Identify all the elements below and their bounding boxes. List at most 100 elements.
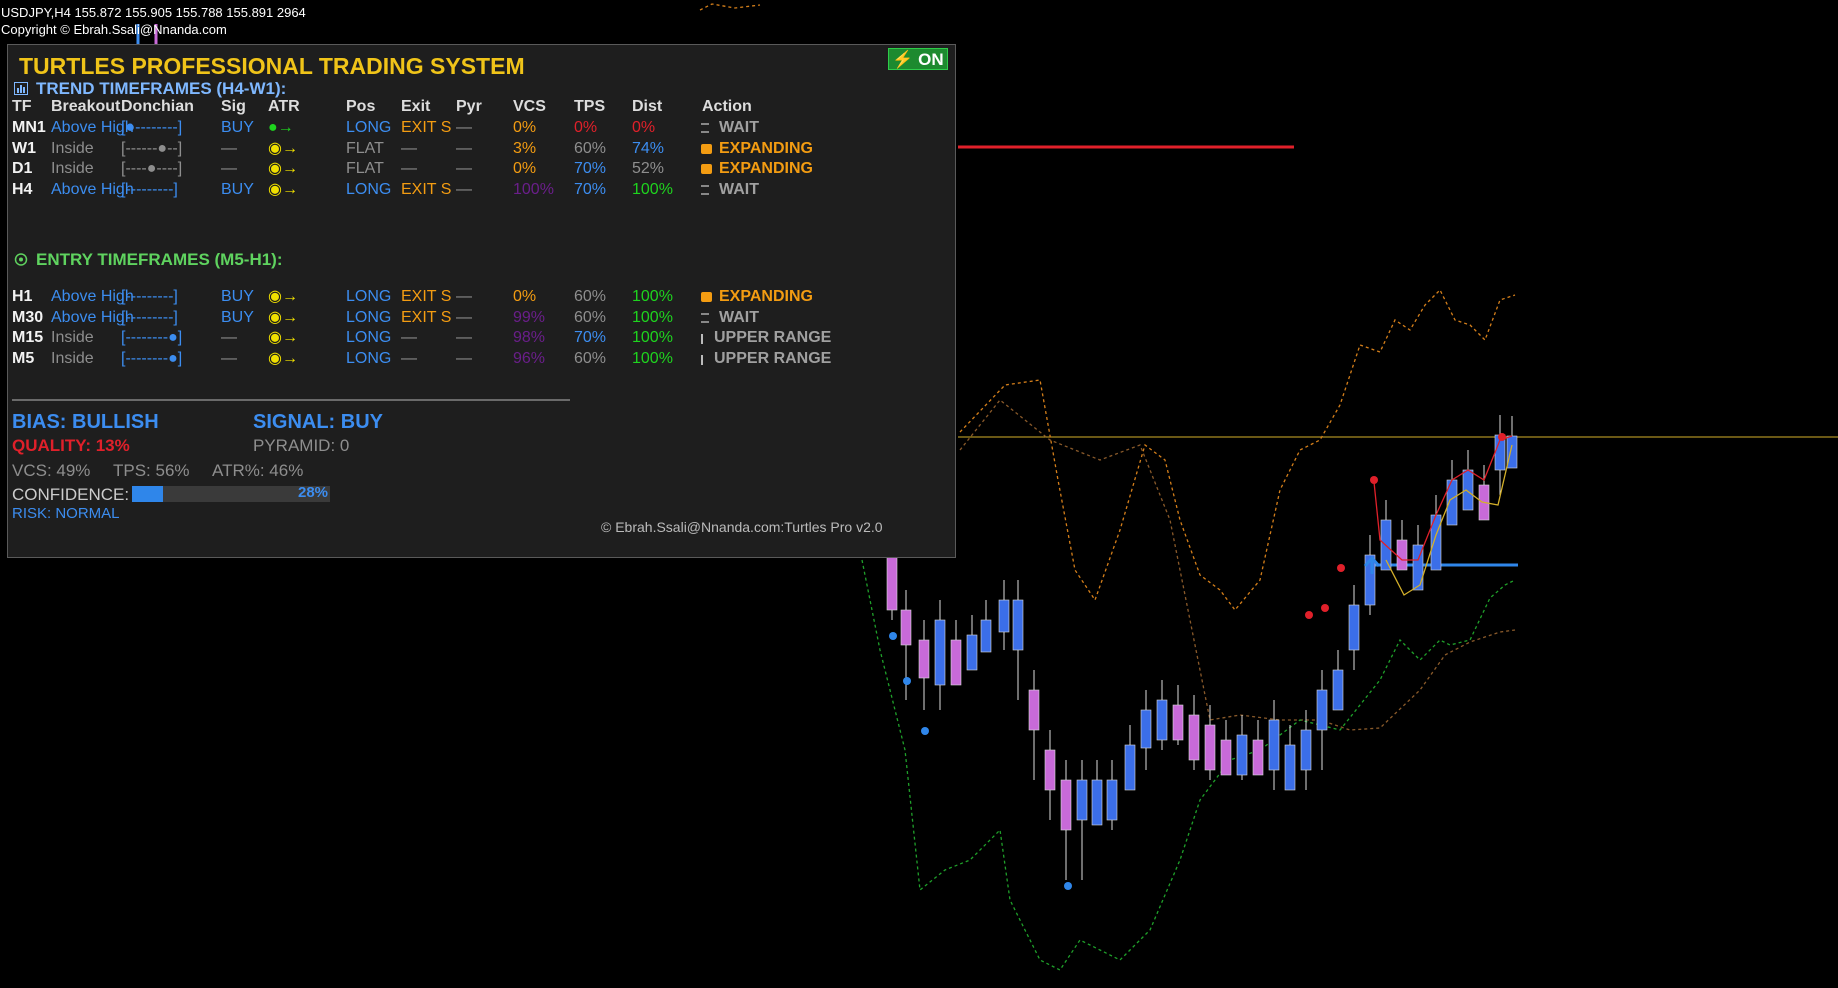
candle-body <box>1106 779 1118 821</box>
position-cell: LONG <box>346 349 392 367</box>
candle-body <box>1236 734 1248 776</box>
upper-channel-line-top <box>699 3 761 11</box>
position-cell: LONG <box>346 119 392 136</box>
signal-cell: BUY <box>221 288 254 305</box>
pyramid-cell: — <box>456 329 472 346</box>
candle-body <box>1188 714 1200 761</box>
position-cell: LONG <box>346 180 392 198</box>
on-toggle-button[interactable]: ⚡ ON <box>888 48 948 70</box>
position-cell: FLAT <box>346 139 384 157</box>
breakout-cell: Inside <box>51 139 94 157</box>
action-cell: WAIT <box>701 308 759 327</box>
candle-body <box>966 634 978 671</box>
candle-body <box>1316 689 1328 731</box>
atr-cell: ◉→ <box>268 329 298 346</box>
atr-cell: ◉→ <box>268 180 298 198</box>
risk-label: RISK: NORMAL <box>12 505 120 522</box>
tps-cell: 60% <box>574 349 607 367</box>
pyramid-cell: — <box>456 139 472 157</box>
pyramid-label: PYRAMID: 0 <box>253 436 350 455</box>
chart-icon <box>14 80 28 95</box>
distance-cell: 74% <box>632 139 665 157</box>
vcs-cell: 0% <box>513 288 537 305</box>
confidence-percent: 28% <box>298 484 329 501</box>
candle-body <box>1076 779 1088 821</box>
distance-cell: 100% <box>632 349 673 367</box>
tf-cell: H1 <box>12 288 33 305</box>
candle-body <box>1156 699 1168 741</box>
vcs-cell: 100% <box>513 180 554 198</box>
tf-cell: M5 <box>12 349 35 367</box>
quality-label: QUALITY: 13% <box>12 436 130 455</box>
signal-cell: — <box>221 349 237 367</box>
hourglass-icon <box>701 312 709 323</box>
action-label: WAIT <box>719 308 759 326</box>
sell-signal-dot <box>1337 564 1345 572</box>
vcs-cell: 0% <box>513 160 537 177</box>
column-header-pos: Pos <box>346 98 376 115</box>
pyramid-cell: — <box>456 308 472 326</box>
pyramid-cell: — <box>456 180 472 198</box>
signal-cell: BUY <box>221 119 254 136</box>
action-label: EXPANDING <box>719 139 813 157</box>
donchian-cell: [--------●] <box>121 349 183 367</box>
distance-cell: 0% <box>632 119 656 136</box>
donchian-cell: [------●--] <box>121 139 183 157</box>
hourglass-icon <box>701 184 709 195</box>
buy-signal-dot <box>889 632 897 640</box>
candle-body <box>1124 744 1136 791</box>
sell-signal-dot <box>1321 604 1329 612</box>
column-header-pyr: Pyr <box>456 98 482 115</box>
exit-cell: — <box>401 349 417 367</box>
tf-cell: M15 <box>12 329 44 346</box>
pyramid-cell: — <box>456 160 472 177</box>
entry-section-header: ENTRY TIMEFRAMES (M5-H1): <box>14 250 283 270</box>
signal-cell: — <box>221 329 237 346</box>
tps-cell: 60% <box>574 288 607 305</box>
candle-body <box>918 639 930 679</box>
column-header-atr: ATR <box>268 98 300 115</box>
tps-cell: 0% <box>574 119 598 136</box>
column-header-vcs: VCS <box>513 98 546 115</box>
candle-body <box>1091 779 1103 826</box>
candle-body <box>1060 779 1072 831</box>
vcs-cell: 3% <box>513 139 537 157</box>
action-label: UPPER RANGE <box>714 329 832 346</box>
bias-label: BIAS: BULLISH <box>12 411 159 433</box>
expanding-icon <box>701 164 712 174</box>
exit-cell: EXIT S <box>401 119 452 136</box>
vcs-cell: 96% <box>513 349 546 367</box>
column-header-exit: Exit <box>401 98 431 115</box>
breakout-cell: Inside <box>51 329 94 346</box>
expanding-icon <box>701 292 712 302</box>
signal-cell: BUY <box>221 308 254 326</box>
tps-cell: 70% <box>574 180 607 198</box>
chart-copyright: Copyright © Ebrah.Ssali@Nnanda.com <box>1 22 227 37</box>
vcs-cell: 99% <box>513 308 546 326</box>
exit-cell: EXIT S <box>401 180 452 198</box>
tf-cell: W1 <box>12 139 36 157</box>
action-cell: EXPANDING <box>701 139 813 158</box>
column-header-tf: TF <box>12 98 32 115</box>
column-header-tps: TPS <box>574 98 606 115</box>
donchian-cell: [---------] <box>121 288 178 305</box>
donchian-cell: [●--------] <box>121 119 183 136</box>
candle-body <box>1462 469 1474 511</box>
column-header-sig: Sig <box>221 98 246 115</box>
panel-title: TURTLES PROFESSIONAL TRADING SYSTEM <box>19 53 525 79</box>
trail-stop-red <box>1373 435 1513 561</box>
confidence-label: CONFIDENCE: <box>12 485 130 504</box>
candle-body <box>1204 724 1216 771</box>
tf-cell: D1 <box>12 160 33 177</box>
candle-body <box>900 609 912 646</box>
candle-body <box>1252 739 1264 776</box>
candle-body <box>1140 709 1152 749</box>
column-header-dist: Dist <box>632 98 663 115</box>
candle-body <box>1012 599 1024 651</box>
action-cell: EXPANDING <box>701 159 813 178</box>
candle-body <box>886 554 898 611</box>
confidence-bar-fill <box>132 486 164 502</box>
buy-signal-dot <box>1064 882 1072 890</box>
exit-cell: EXIT S <box>401 288 452 305</box>
action-label: WAIT <box>719 119 759 136</box>
